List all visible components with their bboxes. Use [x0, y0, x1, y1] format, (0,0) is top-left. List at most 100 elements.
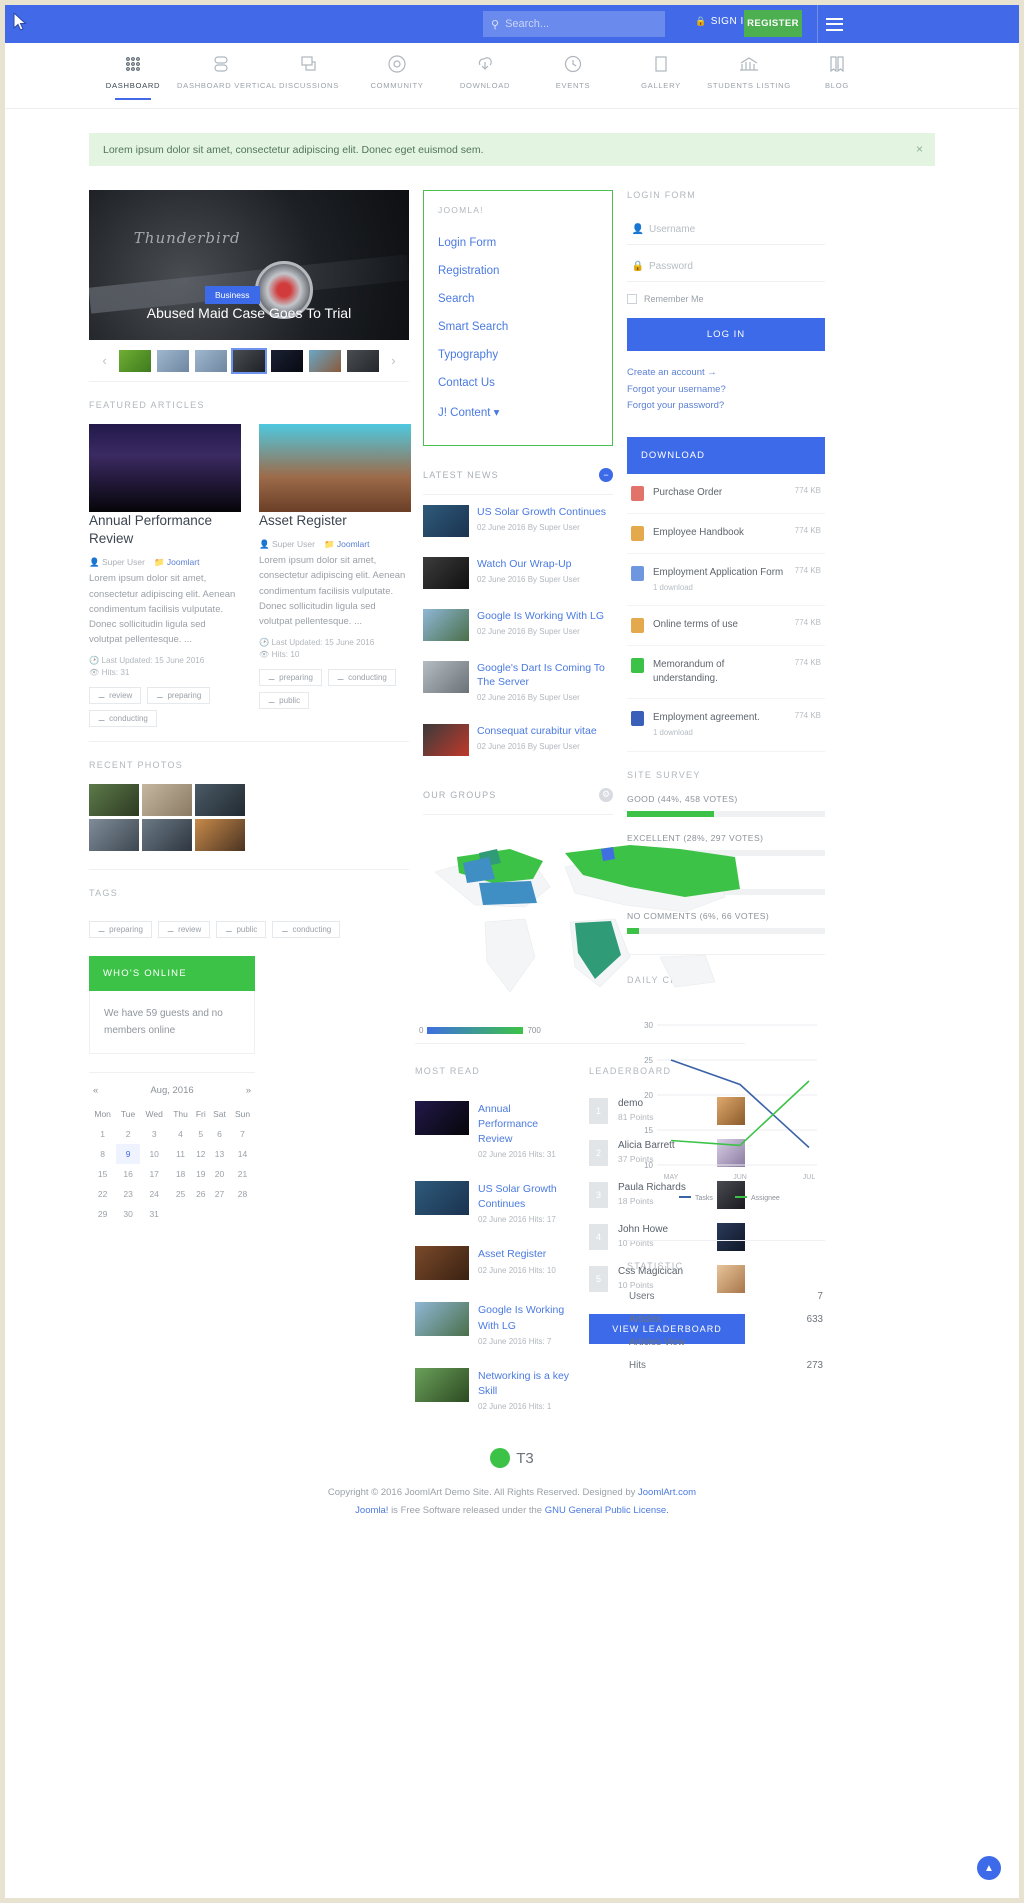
calendar-day[interactable]: 8	[89, 1144, 116, 1164]
nav-item-community[interactable]: COMMUNITY	[353, 53, 441, 100]
calendar-day[interactable]: 21	[230, 1164, 255, 1184]
tag-chip[interactable]: ⚊ conducting	[272, 921, 341, 939]
calendar-day[interactable]: 3	[140, 1124, 169, 1144]
nav-item-discussions[interactable]: DISCUSSIONS	[265, 53, 353, 100]
news-thumbnail[interactable]	[423, 557, 469, 589]
download-item[interactable]: Employment Application Form 1 download 774…	[627, 554, 825, 607]
news-thumbnail[interactable]	[423, 723, 469, 756]
calendar-day[interactable]: 20	[209, 1164, 230, 1184]
login-button[interactable]: LOG IN	[627, 318, 825, 351]
news-thumbnail[interactable]	[423, 505, 469, 537]
calendar-day[interactable]: 22	[89, 1184, 116, 1204]
most-read-title-link[interactable]: Annual Performance Review	[478, 1103, 538, 1145]
news-title-link[interactable]: Google's Dart Is Coming To The Server	[477, 661, 613, 689]
slider-thumb[interactable]	[270, 349, 303, 372]
collapse-toggle-icon[interactable]: −	[599, 468, 613, 482]
most-read-thumbnail[interactable]	[415, 1246, 469, 1281]
password-field-row[interactable]: 🔒	[627, 255, 825, 282]
calendar-day[interactable]: 2	[116, 1124, 140, 1144]
news-title-link[interactable]: Consequat curabitur vitae	[477, 724, 613, 738]
tag-chip[interactable]: ⚊ review	[157, 921, 211, 939]
calendar-day[interactable]: 23	[116, 1184, 140, 1204]
nav-item-events[interactable]: EVENTS	[529, 53, 617, 100]
tag-chip[interactable]: ⚊ preparing	[147, 687, 211, 705]
sign-in-button[interactable]: 🔒 SIGN IN	[695, 16, 751, 27]
calendar-day[interactable]: 4	[168, 1124, 192, 1144]
nav-item-dashboard[interactable]: DASHBOARD	[89, 53, 177, 100]
username-input[interactable]	[649, 224, 781, 235]
calendar-day[interactable]: 27	[209, 1184, 230, 1204]
most-read-title-link[interactable]: US Solar Growth Continues	[478, 1183, 557, 1210]
joomla-menu-item[interactable]: Smart Search	[438, 313, 598, 341]
article-image[interactable]	[259, 424, 411, 512]
password-input[interactable]	[649, 261, 781, 272]
calendar-prev-button[interactable]: «	[93, 1085, 98, 1096]
photo-thumb[interactable]	[195, 784, 245, 817]
remember-me-row[interactable]: Remember Me	[627, 294, 825, 304]
download-item[interactable]: Memorandum of understanding. 774 KB	[627, 646, 825, 699]
slider-next-button[interactable]: ›	[382, 346, 405, 376]
joomla-menu-item[interactable]: Registration	[438, 257, 598, 285]
login-link[interactable]: Forgot your password?	[627, 398, 825, 415]
photo-thumb[interactable]	[142, 784, 192, 817]
calendar-day[interactable]: 31	[140, 1204, 169, 1224]
calendar-day[interactable]: 16	[116, 1164, 140, 1184]
calendar-day[interactable]: 7	[230, 1124, 255, 1144]
tag-chip[interactable]: ⚊ conducting	[89, 710, 157, 728]
close-icon[interactable]: ×	[916, 142, 923, 156]
most-read-title-link[interactable]: Asset Register	[478, 1248, 546, 1260]
search-box[interactable]: ⚲	[483, 11, 665, 37]
gpl-link[interactable]: GNU General Public License.	[545, 1505, 669, 1516]
news-title-link[interactable]: Google Is Working With LG	[477, 609, 613, 623]
joomla-menu-item[interactable]: Contact Us	[438, 369, 598, 397]
most-read-title-link[interactable]: Networking is a key Skill	[478, 1370, 569, 1397]
calendar-day[interactable]: 17	[140, 1164, 169, 1184]
tag-chip[interactable]: ⚊ public	[259, 692, 310, 710]
slider-thumb[interactable]	[308, 349, 341, 372]
designer-link[interactable]: JoomlArt.com	[638, 1487, 696, 1498]
search-input[interactable]	[505, 18, 657, 30]
news-title-link[interactable]: US Solar Growth Continues	[477, 505, 613, 519]
slider-thumb[interactable]	[195, 349, 227, 372]
featured-slider[interactable]: Thunderbird Business Abused Maid Case Go…	[89, 190, 409, 340]
calendar-day[interactable]: 1	[89, 1124, 116, 1144]
most-read-thumbnail[interactable]	[415, 1367, 469, 1402]
download-item[interactable]: Employment agreement. 1 download 774 KB	[627, 699, 825, 752]
calendar-day[interactable]: 19	[193, 1164, 209, 1184]
most-read-title-link[interactable]: Google Is Working With LG	[478, 1304, 564, 1331]
calendar-day[interactable]: 25	[168, 1184, 192, 1204]
calendar-day[interactable]: 6	[209, 1124, 230, 1144]
username-field-row[interactable]: 👤	[627, 218, 825, 245]
download-heading-button[interactable]: DOWNLOAD	[627, 436, 825, 474]
calendar-day[interactable]: 18	[168, 1164, 192, 1184]
download-item[interactable]: Employee Handbook 774 KB	[627, 514, 825, 554]
menu-toggle-button[interactable]	[817, 5, 851, 43]
photo-thumb[interactable]	[89, 819, 139, 852]
tag-chip[interactable]: ⚊ preparing	[89, 921, 152, 939]
joomla-menu-item[interactable]: Login Form	[438, 229, 598, 257]
article-category-link[interactable]: 📁 Joomlart	[324, 539, 370, 550]
article-title[interactable]: Asset Register	[259, 512, 411, 530]
photo-thumb[interactable]	[195, 819, 245, 852]
login-link[interactable]: Forgot your username?	[627, 382, 825, 399]
tag-chip[interactable]: ⚊ preparing	[259, 669, 322, 687]
photo-thumb[interactable]	[89, 784, 139, 817]
nav-item-blog[interactable]: BLOG	[793, 53, 881, 100]
calendar-day[interactable]: 30	[116, 1204, 140, 1224]
tag-chip[interactable]: ⚊ conducting	[327, 669, 396, 687]
calendar-day[interactable]: 14	[230, 1144, 255, 1164]
calendar-day[interactable]: 11	[168, 1144, 192, 1164]
nav-item-students-listing[interactable]: STUDENTS LISTING	[705, 53, 793, 100]
tag-chip[interactable]: ⚊ public	[216, 921, 267, 939]
nav-item-gallery[interactable]: GALLERY	[617, 53, 705, 100]
news-thumbnail[interactable]	[423, 661, 469, 693]
calendar-day[interactable]: 15	[89, 1164, 116, 1184]
calendar-day[interactable]: 28	[230, 1184, 255, 1204]
joomla-link[interactable]: Joomla!	[355, 1505, 388, 1516]
gear-icon[interactable]: ⚙	[599, 787, 613, 802]
article-title[interactable]: Annual Performance Review	[89, 512, 241, 548]
joomla-menu-item[interactable]: Search	[438, 285, 598, 313]
joomla-menu-item[interactable]: J! Content ▾	[438, 397, 598, 427]
article-category-link[interactable]: 📁 Joomlart	[154, 557, 200, 568]
slide-category-badge[interactable]: Business	[205, 286, 260, 304]
